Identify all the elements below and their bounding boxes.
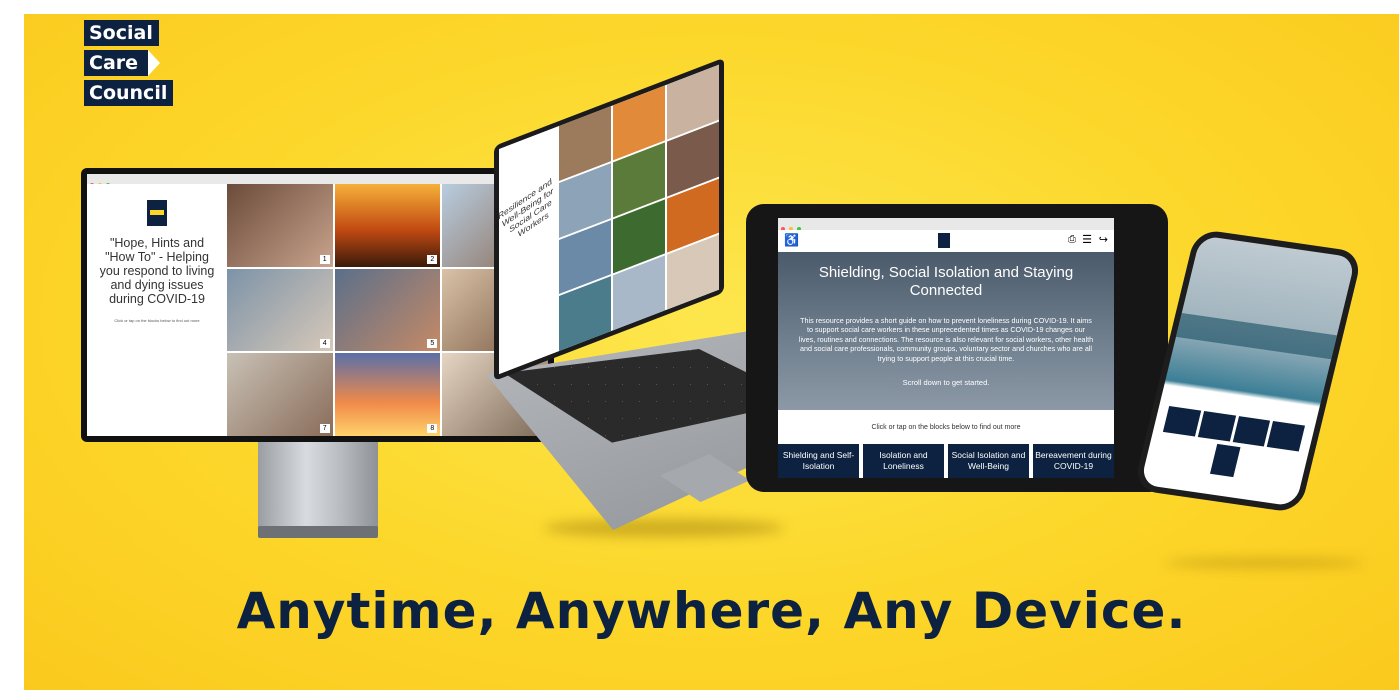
monitor-screen: "Hope, Hints and "How To" - Helping you … — [87, 174, 548, 436]
logo-word-social: Social — [84, 20, 159, 46]
monitor-page-title: "Hope, Hints and "How To" - Helping you … — [99, 236, 215, 306]
tablet-intro-text: This resource provides a short guide on … — [798, 316, 1094, 363]
tablet-cta: Click or tap on the blocks below to find… — [871, 424, 1021, 431]
monitor-stand-base — [258, 526, 378, 538]
phone-block[interactable] — [1197, 411, 1236, 442]
laptop-tile-grid — [559, 64, 719, 352]
browser-bar — [778, 218, 1114, 231]
phone-hero-band — [1175, 313, 1337, 360]
tile-4[interactable]: 4 — [227, 268, 333, 352]
logo-word-care: Care — [84, 50, 161, 76]
print-icon[interactable]: ⎙ — [1068, 234, 1076, 245]
menu-icon[interactable]: ☰ — [1082, 233, 1092, 246]
laptop-shadow — [544, 519, 784, 537]
tile-2[interactable]: 2 — [334, 184, 441, 267]
phone-block[interactable] — [1162, 406, 1201, 437]
social-care-council-logo: Social Care Council — [84, 20, 174, 110]
block-social-isolation[interactable]: Social Isolation and Well-Being — [948, 444, 1029, 478]
desktop-monitor: "Hope, Hints and "How To" - Helping you … — [81, 168, 554, 442]
logo-word-council: Council — [84, 80, 174, 106]
phone-screen — [1140, 235, 1356, 507]
phone-shadow — [1164, 559, 1364, 567]
monitor-stand — [258, 442, 378, 534]
laptop-page-title: Resilience and Well-Being for Social Car… — [496, 176, 555, 239]
tile-8[interactable]: 8 — [334, 353, 441, 436]
phone-block[interactable] — [1232, 416, 1271, 447]
tile-5[interactable]: 5 — [334, 268, 441, 352]
tablet-scroll-hint: Scroll down to get started. — [902, 378, 990, 387]
tablet-page-title: Shielding, Social Isolation and Staying … — [818, 264, 1074, 299]
phone-blocks — [1162, 406, 1306, 452]
tablet-nav: ♿ ⎙ ☰ ↪ — [778, 230, 1114, 253]
tablet-screen: ♿ ⎙ ☰ ↪ Shielding, Social Isolation and … — [778, 218, 1114, 478]
tablet-hero: Shielding, Social Isolation and Staying … — [778, 252, 1114, 410]
site-logo — [938, 233, 950, 248]
monitor-cta[interactable]: Click or tap on the blocks below to find… — [87, 318, 227, 324]
tile-7[interactable]: 7 — [227, 353, 333, 436]
block-bereavement[interactable]: Bereavement during COVID-19 — [1033, 444, 1114, 478]
block-isolation[interactable]: Isolation and Loneliness — [863, 444, 944, 478]
exit-icon[interactable]: ↪ — [1099, 233, 1108, 246]
tagline: Anytime, Anywhere, Any Device. — [236, 582, 1187, 640]
phone-block[interactable] — [1266, 421, 1306, 452]
tablet-device: ♿ ⎙ ☰ ↪ Shielding, Social Isolation and … — [746, 204, 1168, 492]
tablet-blocks: Shielding and Self-Isolation Isolation a… — [778, 444, 1114, 478]
phone-block[interactable] — [1210, 443, 1241, 478]
promo-banner: Social Care Council "Hope, Hints and "Ho… — [24, 14, 1399, 690]
monitor-left-panel: "Hope, Hints and "How To" - Helping you … — [87, 184, 227, 436]
laptop-left-panel: Resilience and Well-Being for Social Car… — [497, 126, 559, 375]
block-shielding[interactable]: Shielding and Self-Isolation — [778, 444, 859, 478]
tile-1[interactable]: 1 — [227, 184, 333, 267]
mini-logo — [147, 200, 167, 226]
laptop-screen: Resilience and Well-Being for Social Car… — [494, 57, 724, 381]
accessibility-icon[interactable]: ♿ — [784, 233, 799, 247]
